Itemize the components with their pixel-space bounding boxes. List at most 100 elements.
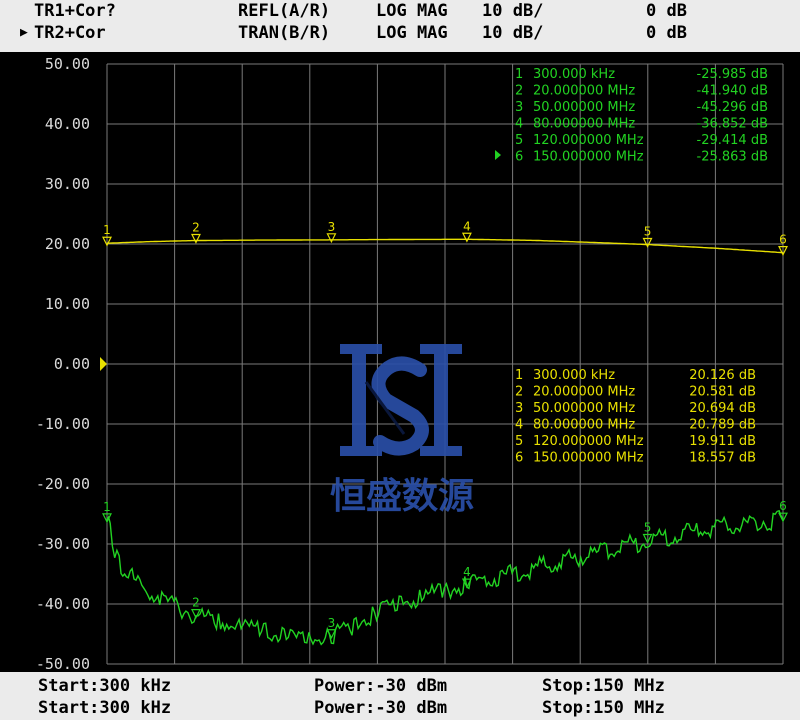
marker-value: 20.789 dB bbox=[689, 418, 756, 433]
marker-number-label: 5 bbox=[644, 520, 652, 534]
marker-number: 4 bbox=[515, 117, 523, 132]
marker-value: 20.581 dB bbox=[689, 385, 756, 400]
marker-number-label: 6 bbox=[779, 233, 787, 247]
y-tick-label: 20.00 bbox=[45, 235, 90, 253]
y-axis-labels: 50.00 40.00 30.00 20.00 10.00 0.00 -10.00 -20.0… bbox=[36, 55, 90, 672]
watermark: 恒盛数源 bbox=[330, 344, 474, 517]
start-freq-2[interactable]: Start:300 kHz bbox=[38, 697, 171, 719]
trace2-measurement: TRAN(B/R) bbox=[238, 23, 331, 43]
trace1-format: LOG MAG bbox=[376, 1, 448, 21]
start-freq-1[interactable]: Start:300 kHz bbox=[38, 675, 171, 697]
marker-table-row: 6 150.000000 MHz 18.557 dB bbox=[515, 451, 756, 466]
y-tick-label: 30.00 bbox=[45, 175, 90, 193]
footer-bar: Start:300 kHz Power:-30 dBm Stop:150 MHz… bbox=[0, 672, 800, 720]
trace2-scale: 10 dB/ bbox=[482, 23, 544, 43]
marker-number: 3 bbox=[515, 100, 523, 115]
marker-frequency: 50.000000 MHz bbox=[533, 100, 635, 115]
marker-value: 19.911 dB bbox=[689, 434, 756, 449]
tran-marker-3-icon[interactable] bbox=[326, 233, 337, 244]
marker-number: 4 bbox=[515, 418, 523, 433]
marker-frequency: 300.000 kHz bbox=[533, 368, 615, 383]
y-tick-label: 50.00 bbox=[45, 55, 90, 73]
marker-value: 20.694 dB bbox=[689, 401, 756, 416]
marker-number: 3 bbox=[515, 401, 523, 416]
marker-frequency: 80.000000 MHz bbox=[533, 418, 635, 433]
y-tick-label: -10.00 bbox=[36, 415, 90, 433]
marker-number: 1 bbox=[515, 368, 523, 383]
trace1-scale: 10 dB/ bbox=[482, 1, 544, 21]
stop-freq-2[interactable]: Stop:150 MHz bbox=[542, 697, 665, 719]
marker-frequency: 80.000000 MHz bbox=[533, 117, 635, 132]
active-trace-arrow-icon: ▶ bbox=[20, 25, 28, 40]
marker-table-row: 3 50.000000 MHz 20.694 dB bbox=[515, 401, 756, 416]
y-tick-label: 0.00 bbox=[54, 355, 90, 373]
marker-number-label: 2 bbox=[192, 596, 200, 610]
power-level-2[interactable]: Power:-30 dBm bbox=[314, 697, 447, 719]
y-tick-label: -20.00 bbox=[36, 475, 90, 493]
marker-number: 1 bbox=[515, 67, 523, 82]
marker-frequency: 150.000000 MHz bbox=[533, 150, 644, 165]
marker-frequency: 150.000000 MHz bbox=[533, 451, 644, 466]
marker-value: -25.863 dB bbox=[697, 150, 768, 165]
marker-frequency: 20.000000 MHz bbox=[533, 84, 635, 99]
marker-table-row: 2 20.000000 MHz -41.940 dB bbox=[515, 84, 768, 99]
marker-number-label: 6 bbox=[779, 499, 787, 513]
marker-table-row: 6 150.000000 MHz -25.863 dB bbox=[515, 150, 768, 165]
marker-table-row: 4 80.000000 MHz 20.789 dB bbox=[515, 418, 756, 433]
marker-number: 6 bbox=[515, 150, 523, 165]
marker-number-label: 2 bbox=[192, 221, 200, 235]
marker-frequency: 50.000000 MHz bbox=[533, 401, 635, 416]
stop-freq-1[interactable]: Stop:150 MHz bbox=[542, 675, 665, 697]
plot-area: 50.00 40.00 30.00 20.00 10.00 0.00 -10.00 -20.0… bbox=[36, 55, 788, 672]
trace2-label[interactable]: TR2+Cor bbox=[34, 22, 106, 44]
y-tick-label: 10.00 bbox=[45, 295, 90, 313]
trace2-format: LOG MAG bbox=[376, 23, 448, 43]
y-tick-label: -30.00 bbox=[36, 535, 90, 553]
watermark-text: 恒盛数源 bbox=[330, 476, 474, 517]
marker-value: -36.852 dB bbox=[697, 117, 768, 132]
marker-value: -45.296 dB bbox=[697, 100, 768, 115]
tran-marker-2-icon[interactable] bbox=[190, 233, 201, 244]
tran-marker-4-icon[interactable] bbox=[461, 232, 472, 243]
marker-value: -25.985 dB bbox=[697, 67, 768, 82]
marker-frequency: 120.000000 MHz bbox=[533, 434, 644, 449]
marker-frequency: 300.000 kHz bbox=[533, 67, 615, 82]
trace1-label[interactable]: TR1+Cor? bbox=[34, 0, 116, 22]
marker-number-label: 1 bbox=[103, 223, 111, 237]
marker-frequency: 120.000000 MHz bbox=[533, 133, 644, 148]
marker-number: 5 bbox=[515, 434, 523, 449]
marker-number-label: 5 bbox=[644, 225, 652, 239]
marker-number-label: 1 bbox=[103, 500, 111, 514]
marker-table-row: 2 20.000000 MHz 20.581 dB bbox=[515, 385, 756, 400]
marker-value: 18.557 dB bbox=[689, 451, 756, 466]
marker-number-label: 3 bbox=[328, 220, 336, 234]
marker-table-tran: 1 300.000 kHz 20.126 dB 2 20.000000 MHz 20.58… bbox=[515, 368, 756, 466]
refl-marker-2-icon[interactable] bbox=[190, 609, 201, 619]
y-tick-label: -50.00 bbox=[36, 655, 90, 672]
marker-table-row: 3 50.000000 MHz -45.296 dB bbox=[515, 100, 768, 115]
marker-number: 2 bbox=[515, 84, 523, 99]
active-marker-arrow-icon bbox=[495, 150, 501, 160]
power-level-1[interactable]: Power:-30 dBm bbox=[314, 675, 447, 697]
marker-value: 20.126 dB bbox=[689, 368, 756, 383]
marker-number: 6 bbox=[515, 451, 523, 466]
trace2-reference: 0 dB bbox=[646, 23, 687, 43]
marker-value: -41.940 dB bbox=[697, 84, 768, 99]
marker-table-row: 5 120.000000 MHz 19.911 dB bbox=[515, 434, 756, 449]
trace1-reference: 0 dB bbox=[646, 1, 687, 21]
marker-number: 5 bbox=[515, 133, 523, 148]
marker-number-label: 3 bbox=[328, 616, 336, 630]
reference-level-marker-icon bbox=[100, 357, 107, 371]
y-tick-label: -40.00 bbox=[36, 595, 90, 613]
marker-frequency: 20.000000 MHz bbox=[533, 385, 635, 400]
marker-value: -29.414 dB bbox=[697, 133, 768, 148]
marker-number: 2 bbox=[515, 385, 523, 400]
trace1-measurement: REFL(A/R) bbox=[238, 1, 331, 21]
header-bar: TR1+Cor? REFL(A/R) LOG MAG 10 dB/ 0 dB ▶… bbox=[0, 0, 800, 52]
marker-number-label: 4 bbox=[463, 565, 471, 579]
marker-table-refl: 1 300.000 kHz -25.985 dB 2 20.000000 MHz -41.… bbox=[495, 67, 768, 165]
marker-table-row: 5 120.000000 MHz -29.414 dB bbox=[515, 133, 768, 148]
analyzer-display: 50.00 40.00 30.00 20.00 10.00 0.00 -10.00 -20.0… bbox=[0, 52, 800, 672]
hs-monogram-logo bbox=[340, 344, 462, 456]
marker-table-row: 1 300.000 kHz 20.126 dB bbox=[515, 368, 756, 383]
